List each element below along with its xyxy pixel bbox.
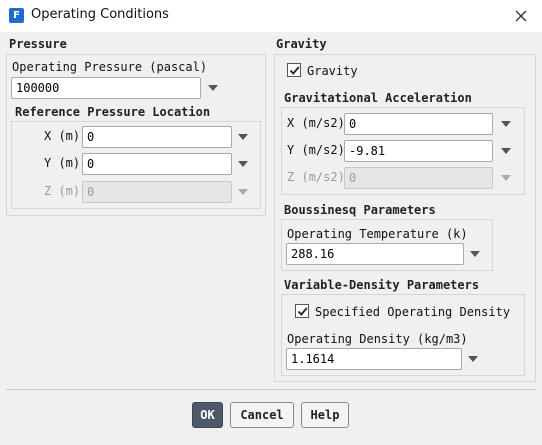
grav-z-dropdown-icon <box>501 175 511 181</box>
operating-density-dropdown-icon[interactable] <box>468 356 478 362</box>
operating-temperature-dropdown-icon[interactable] <box>470 251 480 257</box>
close-icon <box>515 10 527 22</box>
cancel-button[interactable]: Cancel <box>230 402 294 428</box>
ok-button[interactable]: OK <box>192 402 223 428</box>
ref-x-label: X (m) <box>44 129 81 143</box>
ref-x-dropdown-icon[interactable] <box>238 134 248 140</box>
operating-pressure-input[interactable] <box>11 77 201 99</box>
ref-y-label: Y (m) <box>44 156 81 170</box>
specified-density-checkbox[interactable] <box>295 304 309 318</box>
gravity-checkbox-label[interactable]: Gravity <box>307 64 358 78</box>
specified-density-label[interactable]: Specified Operating Density <box>315 305 510 319</box>
ref-x-input[interactable] <box>82 126 232 148</box>
footer-divider <box>6 389 536 390</box>
operating-density-input[interactable] <box>286 348 462 370</box>
grav-z-input <box>344 167 493 189</box>
ref-z-label: Z (m) <box>44 184 81 198</box>
grav-y-input[interactable] <box>344 140 493 162</box>
operating-temperature-input[interactable] <box>286 243 464 265</box>
gravity-checkbox[interactable] <box>287 63 301 77</box>
window-title: Operating Conditions <box>31 7 169 22</box>
gravitational-acceleration-title: Gravitational Acceleration <box>284 91 472 105</box>
variable-density-title: Variable-Density Parameters <box>284 278 480 292</box>
close-button[interactable] <box>508 4 534 28</box>
reference-location-title: Reference Pressure Location <box>15 105 211 119</box>
pressure-section-title: Pressure <box>9 37 67 51</box>
grav-x-dropdown-icon[interactable] <box>501 121 511 127</box>
boussinesq-title: Boussinesq Parameters <box>284 203 436 217</box>
ref-y-dropdown-icon[interactable] <box>238 161 248 167</box>
ref-y-input[interactable] <box>82 153 232 175</box>
operating-temperature-label: Operating Temperature (k) <box>287 227 468 241</box>
grav-y-dropdown-icon[interactable] <box>501 148 511 154</box>
grav-y-label: Y (m/s2) <box>287 143 345 157</box>
grav-x-label: X (m/s2) <box>287 116 345 130</box>
grav-z-label: Z (m/s2) <box>287 170 345 184</box>
grav-x-input[interactable] <box>344 113 493 135</box>
operating-pressure-label: Operating Pressure (pascal) <box>12 60 208 74</box>
checkmark-icon <box>289 65 299 75</box>
fluent-app-icon: F <box>9 8 24 23</box>
operating-pressure-dropdown-icon[interactable] <box>208 85 218 91</box>
checkmark-icon <box>297 306 307 316</box>
ref-z-dropdown-icon <box>238 189 248 195</box>
operating-density-label: Operating Density (kg/m3) <box>287 332 468 346</box>
help-button[interactable]: Help <box>301 402 349 428</box>
gravity-section-title: Gravity <box>276 37 327 51</box>
ref-z-input <box>82 181 232 203</box>
title-bar: F Operating Conditions <box>0 0 542 32</box>
